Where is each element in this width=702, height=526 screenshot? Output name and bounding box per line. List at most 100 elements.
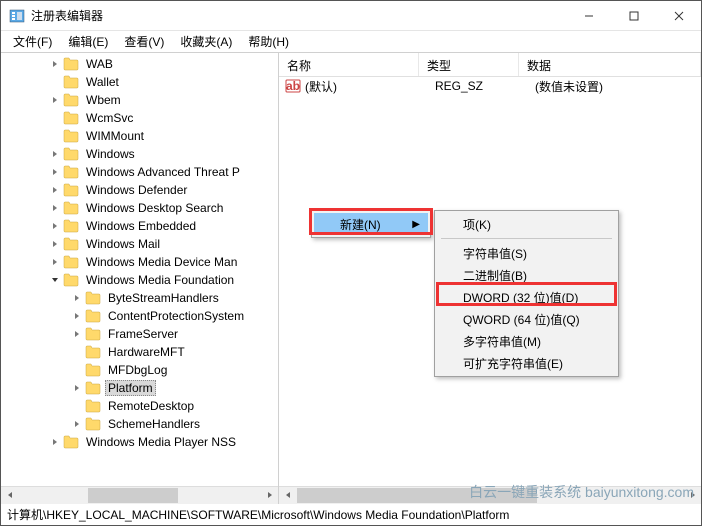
tree-node[interactable]: RemoteDesktop	[1, 397, 278, 415]
tree-node[interactable]: FrameServer	[1, 325, 278, 343]
col-data[interactable]: 数据	[519, 53, 701, 76]
folder-icon	[85, 399, 101, 413]
chevron-right-icon[interactable]	[49, 96, 61, 104]
chevron-right-icon[interactable]	[49, 258, 61, 266]
maximize-button[interactable]	[611, 1, 656, 30]
ctx-sub-string[interactable]: 字符串值(S)	[437, 242, 616, 264]
chevron-right-icon[interactable]	[71, 312, 83, 320]
scroll-thumb[interactable]	[297, 488, 537, 503]
string-value-icon: ab	[285, 78, 301, 94]
scroll-left-icon[interactable]	[279, 487, 296, 504]
chevron-right-icon[interactable]	[71, 330, 83, 338]
tree-node[interactable]: Windows Media Device Man	[1, 253, 278, 271]
tree-node[interactable]: WAB	[1, 55, 278, 73]
tree-node[interactable]: Windows Desktop Search	[1, 199, 278, 217]
folder-icon	[85, 363, 101, 377]
menu-view[interactable]: 查看(V)	[116, 31, 172, 52]
value-name: (默认)	[305, 78, 435, 95]
tree-node[interactable]: ContentProtectionSystem	[1, 307, 278, 325]
value-data: (数值未设置)	[535, 78, 701, 95]
tree-node[interactable]: MFDbgLog	[1, 361, 278, 379]
list-body[interactable]: ab (默认) REG_SZ (数值未设置) 新建(N) ▶ 项(K)	[279, 77, 701, 486]
tree-node-label: Windows	[83, 146, 138, 162]
tree-node-label: Windows Media Foundation	[83, 272, 237, 288]
folder-icon	[63, 111, 79, 125]
menu-help[interactable]: 帮助(H)	[240, 31, 297, 52]
window: 注册表编辑器 文件(F) 编辑(E) 查看(V) 收藏夹(A) 帮助(H) WA…	[0, 0, 702, 526]
chevron-right-icon[interactable]	[71, 384, 83, 392]
chevron-right-icon[interactable]	[71, 420, 83, 428]
tree-node[interactable]: Windows Media Foundation	[1, 271, 278, 289]
window-controls	[566, 1, 701, 30]
menu-favorites[interactable]: 收藏夹(A)	[172, 31, 240, 52]
ctx-sub-binary[interactable]: 二进制值(B)	[437, 264, 616, 286]
chevron-right-icon[interactable]	[49, 438, 61, 446]
ctx-sub-dword[interactable]: DWORD (32 位)值(D)	[437, 286, 616, 308]
tree-node-label: RemoteDesktop	[105, 398, 197, 414]
ctx-sub-multistring[interactable]: 多字符串值(M)	[437, 330, 616, 352]
menubar: 文件(F) 编辑(E) 查看(V) 收藏夹(A) 帮助(H)	[1, 31, 701, 53]
chevron-right-icon[interactable]	[49, 222, 61, 230]
chevron-right-icon[interactable]	[71, 294, 83, 302]
tree-node[interactable]: Windows Advanced Threat P	[1, 163, 278, 181]
folder-icon	[63, 435, 79, 449]
scroll-left-icon[interactable]	[1, 487, 18, 504]
tree-node[interactable]: WIMMount	[1, 127, 278, 145]
folder-icon	[85, 417, 101, 431]
window-title: 注册表编辑器	[31, 7, 566, 24]
tree-node-label: Windows Media Device Man	[83, 254, 240, 270]
context-submenu: 项(K) 字符串值(S) 二进制值(B) DWORD (32 位)值(D) QW…	[434, 210, 619, 377]
menu-file[interactable]: 文件(F)	[5, 31, 60, 52]
tree-node[interactable]: Windows Defender	[1, 181, 278, 199]
list-row[interactable]: ab (默认) REG_SZ (数值未设置)	[279, 77, 701, 95]
tree-node[interactable]: Windows Media Player NSS	[1, 433, 278, 451]
chevron-right-icon[interactable]	[49, 186, 61, 194]
tree-node[interactable]: Windows Mail	[1, 235, 278, 253]
chevron-right-icon[interactable]	[49, 150, 61, 158]
chevron-down-icon[interactable]	[49, 276, 61, 284]
chevron-right-icon[interactable]	[49, 240, 61, 248]
tree-view[interactable]: WABWalletWbemWcmSvcWIMMountWindowsWindow…	[1, 53, 278, 486]
tree-node[interactable]: Platform	[1, 379, 278, 397]
ctx-new[interactable]: 新建(N) ▶	[314, 213, 428, 235]
col-name[interactable]: 名称	[279, 53, 419, 76]
value-type: REG_SZ	[435, 79, 535, 93]
ctx-sub-qword[interactable]: QWORD (64 位)值(Q)	[437, 308, 616, 330]
menu-edit[interactable]: 编辑(E)	[60, 31, 116, 52]
folder-icon	[85, 327, 101, 341]
titlebar: 注册表编辑器	[1, 1, 701, 31]
scroll-right-icon[interactable]	[684, 487, 701, 504]
close-button[interactable]	[656, 1, 701, 30]
ctx-sub-expandstring[interactable]: 可扩充字符串值(E)	[437, 352, 616, 374]
tree-node[interactable]: Wallet	[1, 73, 278, 91]
tree-node[interactable]: ByteStreamHandlers	[1, 289, 278, 307]
list-pane: 名称 类型 数据 ab (默认) REG_SZ (数值未设置) 新建(N)	[279, 53, 701, 503]
scroll-right-icon[interactable]	[261, 487, 278, 504]
tree-node[interactable]: Windows Embedded	[1, 217, 278, 235]
col-type[interactable]: 类型	[419, 53, 519, 76]
scroll-track[interactable]	[296, 487, 684, 504]
list-hscroll[interactable]	[279, 486, 701, 503]
scroll-track[interactable]	[18, 487, 261, 504]
chevron-right-icon[interactable]	[49, 204, 61, 212]
folder-icon	[63, 147, 79, 161]
tree-node[interactable]: Windows	[1, 145, 278, 163]
ctx-new-label: 新建(N)	[340, 216, 381, 233]
tree-node-label: Windows Desktop Search	[83, 200, 226, 216]
tree-node[interactable]: SchemeHandlers	[1, 415, 278, 433]
content-area: WABWalletWbemWcmSvcWIMMountWindowsWindow…	[1, 53, 701, 503]
tree-hscroll[interactable]	[1, 486, 278, 503]
tree-node[interactable]: Wbem	[1, 91, 278, 109]
tree-node[interactable]: WcmSvc	[1, 109, 278, 127]
chevron-right-icon[interactable]	[49, 168, 61, 176]
minimize-button[interactable]	[566, 1, 611, 30]
tree-node-label: Wallet	[83, 74, 122, 90]
tree-node[interactable]: HardwareMFT	[1, 343, 278, 361]
svg-text:ab: ab	[286, 79, 300, 93]
chevron-right-icon[interactable]	[49, 60, 61, 68]
scroll-thumb[interactable]	[88, 488, 178, 503]
ctx-sub-key[interactable]: 项(K)	[437, 213, 616, 235]
tree-node-label: MFDbgLog	[105, 362, 170, 378]
app-icon	[9, 8, 25, 24]
statusbar: 计算机\HKEY_LOCAL_MACHINE\SOFTWARE\Microsof…	[1, 503, 701, 525]
